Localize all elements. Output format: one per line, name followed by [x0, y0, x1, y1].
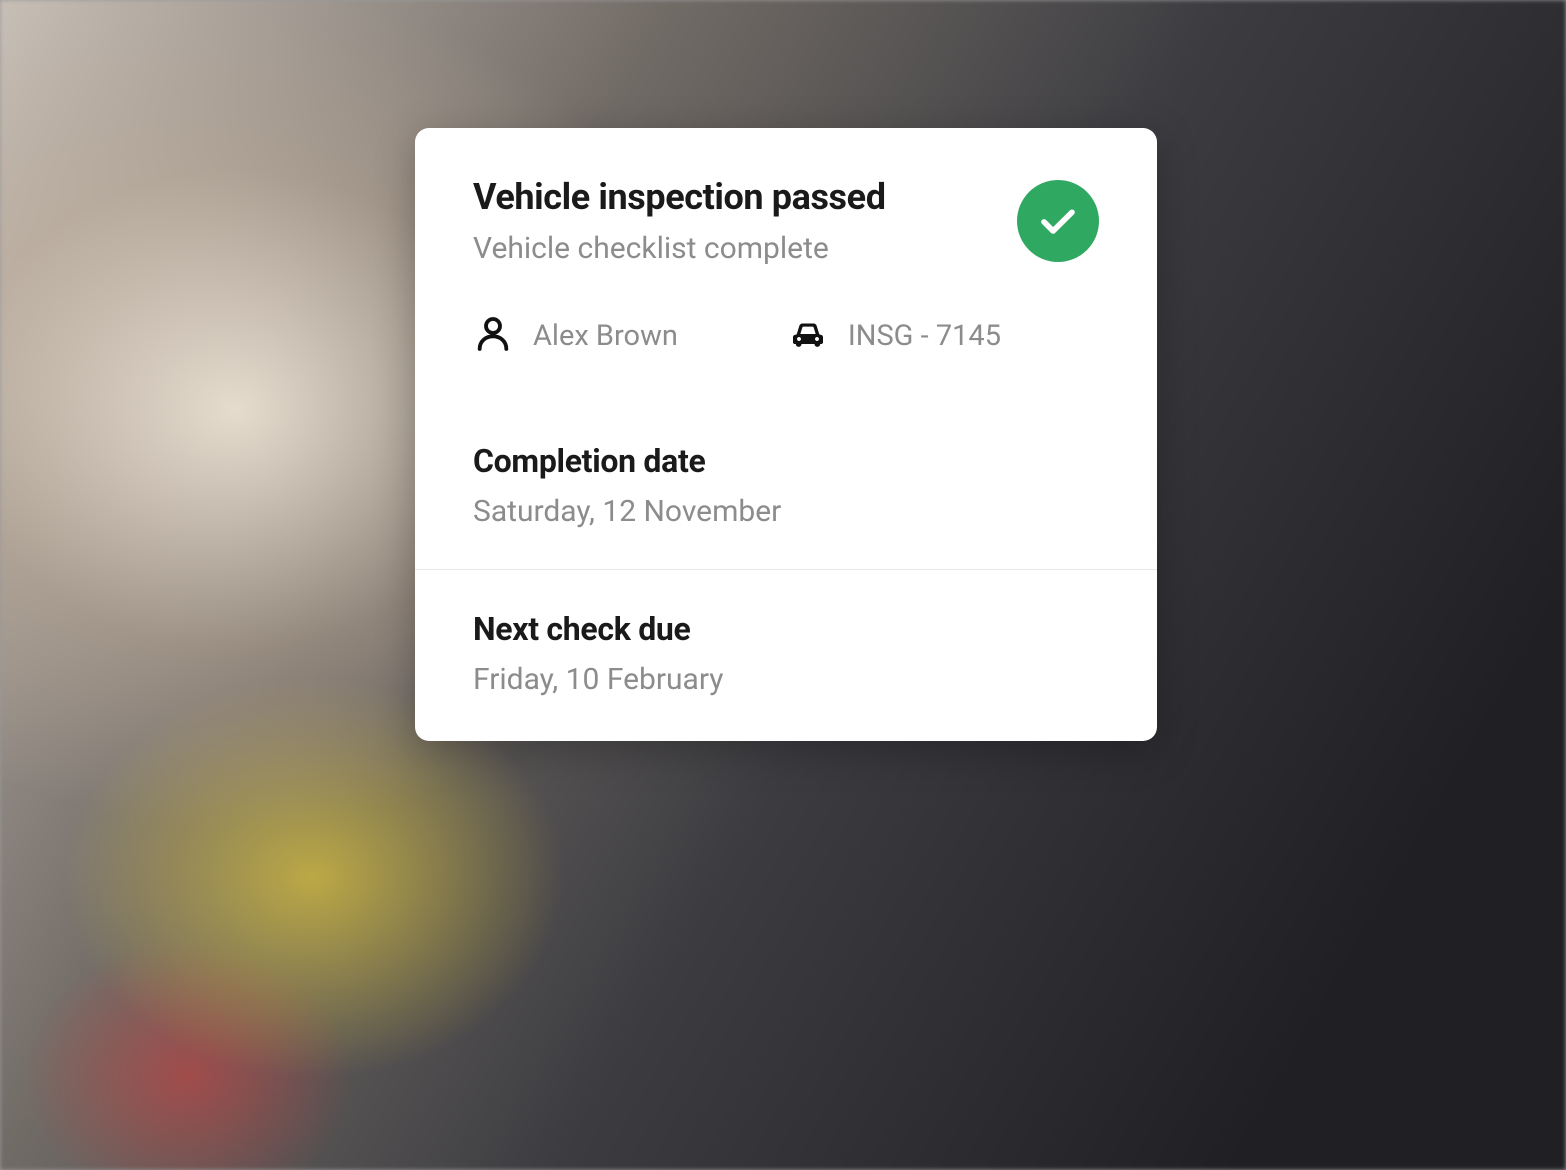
card-title: Vehicle inspection passed: [473, 176, 886, 219]
next-check-section: Next check due Friday, 10 February: [415, 569, 1157, 741]
inspector-name: Alex Brown: [533, 319, 678, 353]
meta-row: Alex Brown INSG - 7145: [415, 314, 1157, 402]
next-check-label: Next check due: [473, 610, 1099, 648]
completion-label: Completion date: [473, 442, 1099, 480]
vehicle-field: INSG - 7145: [788, 314, 1001, 358]
inspection-card: Vehicle inspection passed Vehicle checkl…: [415, 128, 1157, 741]
completion-section: Completion date Saturday, 12 November: [415, 402, 1157, 569]
check-success-icon: [1017, 180, 1099, 262]
card-subtitle: Vehicle checklist complete: [473, 231, 886, 266]
next-check-value: Friday, 10 February: [473, 662, 1099, 697]
card-header-section: Vehicle inspection passed Vehicle checkl…: [415, 128, 1157, 266]
car-icon: [788, 314, 828, 358]
vehicle-id: INSG - 7145: [848, 319, 1001, 353]
completion-value: Saturday, 12 November: [473, 494, 1099, 529]
inspector-field: Alex Brown: [473, 314, 678, 358]
person-icon: [473, 314, 513, 358]
card-header-text: Vehicle inspection passed Vehicle checkl…: [473, 176, 886, 266]
